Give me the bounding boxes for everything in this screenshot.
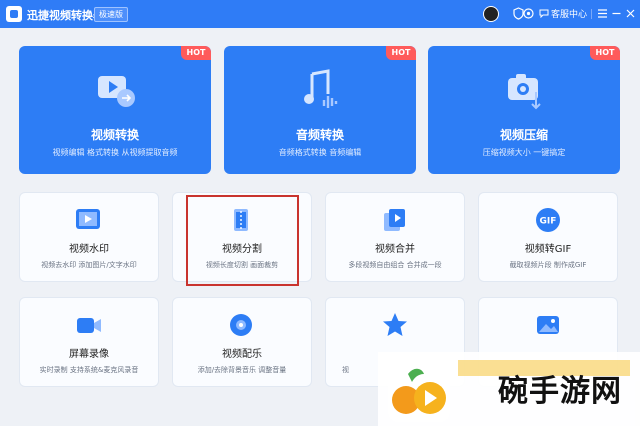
card-desc: 截取视频片段 制作成GIF bbox=[509, 261, 587, 269]
card-desc: 实时录制 支持系统&麦克风录音 bbox=[39, 366, 139, 374]
service-center-link[interactable]: 客服中心 bbox=[551, 7, 587, 20]
music-icon bbox=[230, 314, 252, 336]
image-icon bbox=[537, 316, 559, 334]
screen-record-card[interactable]: 屏幕录像 实时录制 支持系统&麦克风录音 bbox=[19, 297, 159, 387]
screen-record-icon bbox=[77, 318, 101, 333]
watermark-text: 碗手游网 bbox=[498, 374, 622, 409]
card-desc: 视频编辑 格式转换 从视频提取音频 bbox=[52, 148, 178, 157]
chat-icon bbox=[539, 9, 549, 18]
video-convert-icon bbox=[98, 76, 135, 107]
video-merge-card[interactable]: 视频合并 多段视频自由组合 合并成一段 bbox=[325, 192, 465, 282]
card-title: 音频转换 bbox=[295, 128, 344, 142]
video-compress-card[interactable]: HOT 视频压缩 压缩视频大小 一键搞定 bbox=[428, 46, 620, 174]
card-title: 视频水印 bbox=[69, 244, 109, 255]
audio-convert-icon bbox=[304, 69, 338, 108]
menu-icon[interactable] bbox=[596, 7, 609, 20]
card-desc: 视频去水印 添加图片/文字水印 bbox=[41, 261, 137, 269]
edition-badge: 极速版 bbox=[94, 7, 128, 22]
card-title: 视频转GIF bbox=[524, 244, 572, 255]
highlight-box bbox=[186, 195, 299, 286]
hot-badge: HOT bbox=[181, 46, 211, 60]
card-desc: 视 bbox=[342, 366, 349, 374]
gif-icon-text: GIF bbox=[540, 217, 557, 227]
card-title: 视频配乐 bbox=[222, 349, 262, 360]
video-compress-icon bbox=[508, 74, 541, 110]
close-icon[interactable] bbox=[624, 7, 637, 20]
gear-icon[interactable] bbox=[522, 7, 535, 20]
app-title: 迅捷视频转换器 bbox=[27, 9, 104, 22]
video-music-card[interactable]: 视频配乐 添加/去除背景音乐 调整音量 bbox=[172, 297, 312, 387]
avatar[interactable] bbox=[483, 6, 499, 22]
card-title: 视频压缩 bbox=[499, 128, 548, 142]
watermark-icon bbox=[76, 209, 100, 229]
video-to-gif-card[interactable]: GIF 视频转GIF 截取视频片段 制作成GIF bbox=[478, 192, 618, 282]
app-logo-icon bbox=[6, 6, 22, 22]
merge-icon bbox=[384, 209, 405, 231]
site-watermark: 碗手游网 bbox=[378, 352, 640, 426]
card-title: 视频转换 bbox=[90, 128, 139, 142]
gif-icon: GIF bbox=[536, 208, 560, 232]
star-icon bbox=[383, 313, 407, 336]
card-desc: 添加/去除背景音乐 调整音量 bbox=[197, 366, 287, 374]
card-title: 视频合并 bbox=[375, 244, 415, 255]
hot-badge: HOT bbox=[386, 46, 416, 60]
audio-convert-card[interactable]: HOT 音频转换 音频格式转换 音频编辑 bbox=[224, 46, 416, 174]
card-desc: 多段视频自由组合 合并成一段 bbox=[348, 261, 442, 269]
card-title: 屏幕录像 bbox=[69, 349, 109, 360]
minimize-icon[interactable] bbox=[610, 7, 623, 20]
video-convert-card[interactable]: HOT 视频转换 视频编辑 格式转换 从视频提取音频 bbox=[19, 46, 211, 174]
card-desc: 压缩视频大小 一键搞定 bbox=[482, 148, 566, 157]
video-watermark-card[interactable]: 视频水印 视频去水印 添加图片/文字水印 bbox=[19, 192, 159, 282]
hot-badge: HOT bbox=[590, 46, 620, 60]
title-bar: 迅捷视频转换器 极速版 客服中心 bbox=[0, 0, 640, 28]
watermark-logo-icon bbox=[388, 360, 450, 422]
card-desc: 音频格式转换 音频编辑 bbox=[278, 148, 362, 157]
divider bbox=[591, 9, 592, 19]
